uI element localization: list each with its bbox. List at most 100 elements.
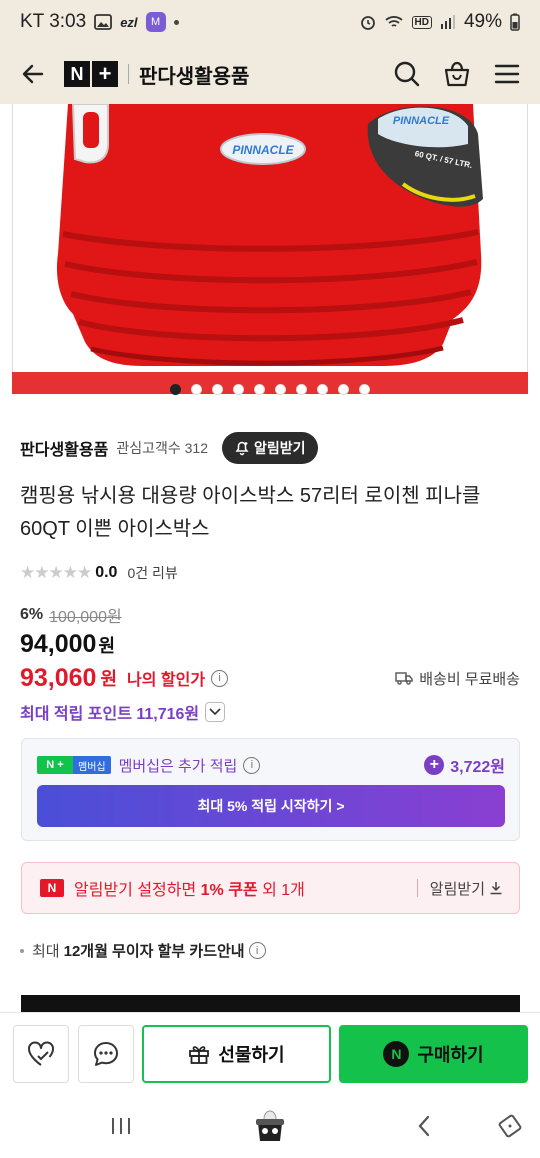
brand-logo-side: PINNACLE xyxy=(393,115,450,127)
plus-logo-icon: + xyxy=(92,61,118,87)
product-image[interactable]: PINNACLE PINNACLE 60 QT. / 57 LTR. xyxy=(12,104,528,394)
membership-text: 멤버십은 추가 적립 xyxy=(118,757,238,775)
pagination-dot[interactable] xyxy=(233,384,244,395)
nplus-logo[interactable]: N + xyxy=(64,61,118,87)
image-pagination xyxy=(0,384,540,395)
alarm-icon xyxy=(360,14,376,30)
my-price-value: 93,060 xyxy=(20,663,97,692)
gift-button-label: 선물하기 xyxy=(218,1045,285,1065)
hd-icon: HD xyxy=(411,15,432,29)
wishlist-button[interactable] xyxy=(13,1025,69,1083)
pagination-dot[interactable] xyxy=(212,384,223,395)
n-logo-icon: N xyxy=(64,61,90,87)
buy-button[interactable]: N 구매하기 xyxy=(339,1025,528,1083)
membership-start-button[interactable]: 최대 5% 적립 시작하기 > xyxy=(37,785,505,827)
coupon-banner[interactable]: N 알림받기 설정하면 1% 쿠폰 외 1개 알림받기 xyxy=(21,862,520,914)
shipping-text: 배송비 무료배송 xyxy=(419,670,520,688)
chat-button[interactable] xyxy=(78,1025,134,1083)
status-carrier-time: KT 3:03 xyxy=(20,11,87,32)
fan-count: 관심고객수 312 xyxy=(116,440,208,456)
battery-icon xyxy=(510,13,520,31)
membership-amount: 3,722원 xyxy=(450,759,505,776)
review-count[interactable]: 0건 리뷰 xyxy=(127,563,177,583)
nplus-badge-icon: N + xyxy=(37,756,73,774)
cart-button[interactable] xyxy=(440,57,474,91)
shopping-bag-icon xyxy=(444,61,470,87)
my-price-row: 93,060 원 나의 할인가 i 배송비 무료배송 xyxy=(20,662,520,694)
rotate-button[interactable] xyxy=(490,1108,530,1144)
npay-icon: N xyxy=(383,1041,410,1067)
header-store-name[interactable]: 판다생활용품 xyxy=(139,60,249,89)
app-header: N + 판다생활용품 xyxy=(0,44,540,104)
heart-check-icon xyxy=(28,1041,54,1066)
chevron-down-icon[interactable] xyxy=(205,702,226,722)
back-chevron-icon xyxy=(418,1115,430,1137)
rating-stars-icon: ★★★★★ xyxy=(20,563,92,582)
cooler-illustration: PINNACLE PINNACLE 60 QT. / 57 LTR. xyxy=(56,104,483,366)
bottom-action-bar: 선물하기 N 구매하기 xyxy=(0,1012,540,1094)
system-nav-bar xyxy=(0,1094,540,1158)
chat-bubble-icon xyxy=(94,1042,118,1066)
rotate-screen-icon xyxy=(498,1114,522,1138)
discount-row: 6% 100,000원 xyxy=(20,603,122,627)
membership-box: N + 멤버십 멤버십은 추가 적립 i + 3,722원 최대 5% 적립 시… xyxy=(21,738,520,841)
card-info-icon[interactable]: i xyxy=(248,942,266,959)
menu-button[interactable] xyxy=(490,57,524,91)
search-button[interactable] xyxy=(390,57,424,91)
coupon-alarm-label: 알림받기 xyxy=(429,880,485,898)
notification-dot-icon xyxy=(173,19,179,25)
card-info-bold: 12개월 무이자 할부 카드안내 xyxy=(63,943,245,960)
ezl-icon: ezl xyxy=(120,14,138,30)
n-coupon-icon: N xyxy=(40,879,64,897)
download-icon xyxy=(490,882,502,895)
pagination-dot[interactable] xyxy=(296,384,307,395)
brand-logo-front: PINNACLE xyxy=(232,143,294,157)
search-icon xyxy=(394,61,420,87)
plus-circle-icon: + xyxy=(424,755,445,775)
store-alarm-button[interactable]: 알림받기 xyxy=(221,432,318,464)
membership-info-icon[interactable]: i xyxy=(243,756,261,774)
truck-icon xyxy=(395,672,413,685)
wifi-icon xyxy=(384,14,404,30)
sale-price-value: 94,000 xyxy=(20,630,97,658)
gift-button[interactable]: 선물하기 xyxy=(142,1025,331,1083)
bell-plus-icon xyxy=(235,441,249,456)
shipping-info[interactable]: 배송비 무료배송 xyxy=(395,668,520,689)
gallery-icon xyxy=(94,14,113,30)
discount-percent: 6% xyxy=(20,606,44,623)
gift-icon xyxy=(189,1046,210,1064)
signal-icon xyxy=(440,14,456,30)
recent-apps-icon xyxy=(112,1118,130,1134)
home-button[interactable] xyxy=(250,1108,290,1144)
pagination-dot[interactable] xyxy=(317,384,328,395)
back-nav-button[interactable] xyxy=(404,1108,444,1144)
buy-button-label: 구매하기 xyxy=(417,1045,484,1065)
store-info: 판다생활용품 관심고객수 312 알림받기 xyxy=(20,432,318,464)
info-icon[interactable]: i xyxy=(211,669,229,687)
my-price-label: 나의 할인가 xyxy=(127,672,206,689)
coupon-text: 알림받기 설정하면 1% 쿠폰 외 1개 xyxy=(74,882,305,899)
battery-percent: 49% xyxy=(463,11,502,32)
product-title: 캠핑용 낚시용 대용량 아이스박스 57리터 로이첸 피나클 60QT 이쁜 아… xyxy=(20,485,481,540)
store-name[interactable]: 판다생활용품 xyxy=(20,436,108,460)
pagination-dot[interactable] xyxy=(338,384,349,395)
back-button[interactable] xyxy=(16,57,50,91)
card-installment-info[interactable]: 최대 12개월 무이자 할부 카드안내 i xyxy=(20,940,266,961)
rating-row[interactable]: ★★★★★ 0.0 0건 리뷰 xyxy=(20,561,178,585)
pagination-dot[interactable] xyxy=(191,384,202,395)
pagination-dot[interactable] xyxy=(254,384,265,395)
pagination-dot[interactable] xyxy=(275,384,286,395)
bullet-icon xyxy=(20,948,24,953)
hamburger-menu-icon xyxy=(494,64,520,84)
max-points[interactable]: 최대 적립 포인트 11,716원 xyxy=(20,700,226,724)
back-arrow-icon xyxy=(22,64,44,84)
coupon-divider xyxy=(416,879,418,897)
max-points-label: 최대 적립 포인트 11,716원 xyxy=(20,706,200,723)
original-price: 100,000원 xyxy=(49,609,122,626)
recent-apps-button[interactable] xyxy=(101,1108,141,1144)
pagination-dot[interactable] xyxy=(170,384,181,395)
status-bar: KT 3:03 ezl M HD 49% xyxy=(0,0,540,44)
sale-price-unit: 원 xyxy=(98,636,116,656)
coupon-alarm-button[interactable]: 알림받기 xyxy=(430,878,503,899)
pagination-dot[interactable] xyxy=(359,384,370,395)
